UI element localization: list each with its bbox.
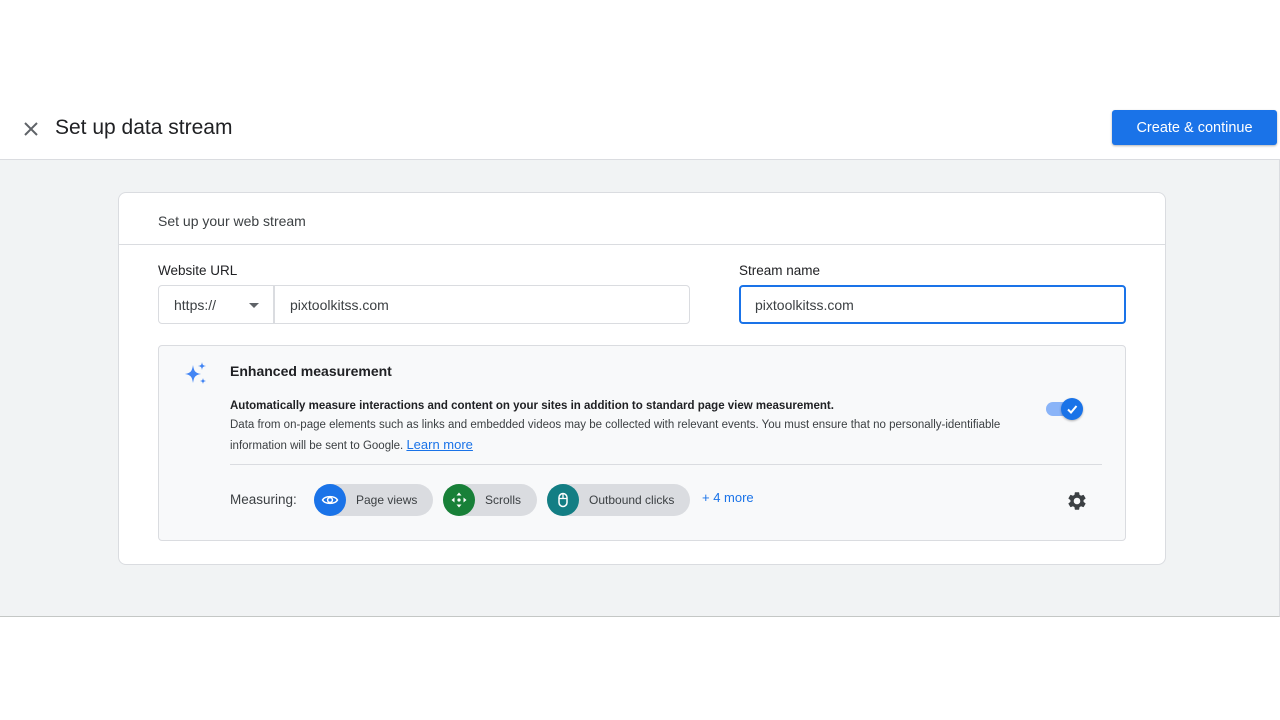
protocol-select[interactable]: https:// bbox=[158, 285, 274, 324]
dropdown-caret-icon bbox=[249, 303, 259, 308]
chip-outbound-clicks: Outbound clicks bbox=[547, 484, 691, 516]
close-icon bbox=[24, 122, 38, 136]
measuring-label: Measuring: bbox=[230, 492, 297, 507]
website-url-input[interactable] bbox=[274, 285, 690, 324]
enhanced-measurement-title: Enhanced measurement bbox=[230, 363, 392, 379]
setup-data-stream-dialog: Set up data stream Create & continue Set… bbox=[0, 102, 1280, 617]
sparkle-icon bbox=[185, 362, 206, 384]
create-continue-button[interactable]: Create & continue bbox=[1112, 110, 1277, 145]
stream-name-label: Stream name bbox=[739, 263, 821, 278]
enhanced-measurement-description: Automatically measure interactions and c… bbox=[230, 397, 1030, 456]
divider bbox=[230, 464, 1102, 465]
gear-icon[interactable] bbox=[1066, 490, 1088, 512]
mouse-icon bbox=[547, 484, 579, 516]
scroll-arrows-icon bbox=[443, 484, 475, 516]
card-heading: Set up your web stream bbox=[119, 193, 1165, 245]
learn-more-link[interactable]: Learn more bbox=[406, 437, 472, 452]
dialog-header: Set up data stream Create & continue bbox=[0, 102, 1280, 160]
chip-label: Scrolls bbox=[485, 493, 522, 507]
check-icon bbox=[1067, 405, 1078, 414]
chip-scrolls: Scrolls bbox=[443, 484, 538, 516]
description-strong: Automatically measure interactions and c… bbox=[230, 400, 834, 412]
enhanced-measurement-toggle[interactable] bbox=[1046, 397, 1084, 421]
stream-name-input[interactable] bbox=[739, 285, 1126, 324]
description-text: Data from on-page elements such as links… bbox=[230, 419, 1001, 452]
chip-label: Outbound clicks bbox=[589, 493, 675, 507]
close-button[interactable] bbox=[18, 116, 44, 142]
page-title: Set up data stream bbox=[55, 116, 233, 139]
enhanced-measurement-panel: Enhanced measurement Automatically measu… bbox=[158, 345, 1126, 541]
eye-icon bbox=[314, 484, 346, 516]
more-measurements-link[interactable]: + 4 more bbox=[702, 490, 754, 505]
website-url-label: Website URL bbox=[158, 263, 238, 278]
chip-label: Page views bbox=[356, 493, 418, 507]
web-stream-card: Set up your web stream Website URL https… bbox=[118, 192, 1166, 565]
chip-page-views: Page views bbox=[314, 484, 434, 516]
protocol-value: https:// bbox=[174, 296, 217, 313]
toggle-knob bbox=[1061, 398, 1083, 420]
